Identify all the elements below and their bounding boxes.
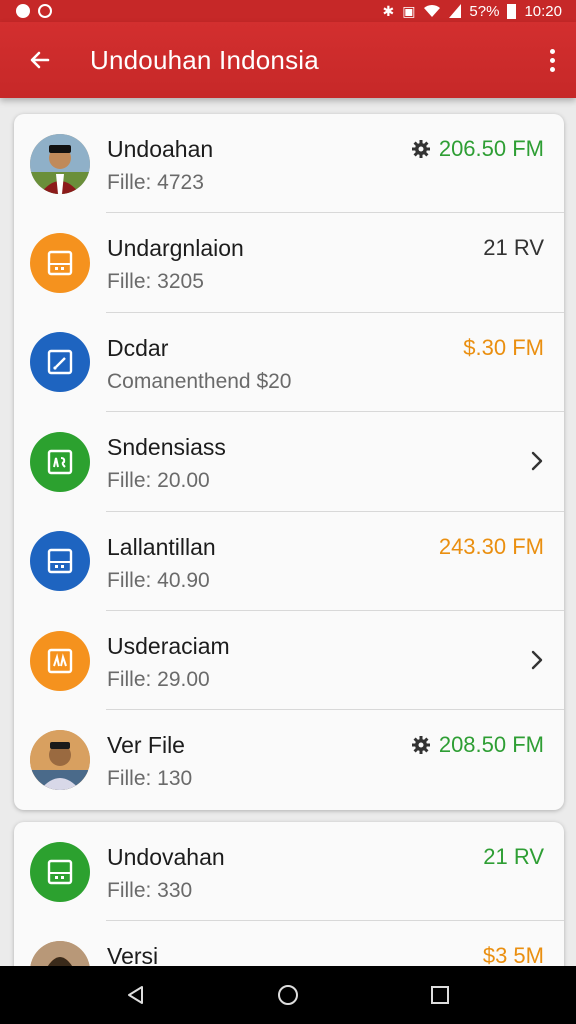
nav-back-button[interactable]: [106, 966, 166, 1024]
document-icon: [47, 449, 73, 475]
list-item[interactable]: Undargnlaion Fille: 3205 21 RV: [14, 213, 564, 313]
avatar: [30, 133, 90, 194]
list-item[interactable]: Dcdar Comanenthend $20 $.30 FM: [14, 313, 564, 413]
app-bar: Undouhan Indonsia: [0, 22, 576, 98]
item-subtitle: Comanenthend $20: [107, 369, 292, 393]
item-amount: $.30 FM: [463, 334, 544, 360]
overflow-menu-button[interactable]: [528, 22, 576, 98]
list-item[interactable]: Usderaciam Fille: 29.00: [14, 611, 564, 711]
file-icon: [47, 250, 73, 276]
avatar: [30, 730, 90, 791]
item-subtitle: Fille: 20.00: [107, 469, 210, 493]
back-button[interactable]: [0, 22, 80, 98]
item-subtitle: Fille: 29.00: [107, 667, 210, 691]
status-bar: ✱ ▣ 5?% 10:20: [0, 0, 576, 22]
person-photo-icon: [30, 730, 90, 791]
item-title: Sndensiass: [107, 434, 226, 461]
item-title: Lallantillan: [107, 533, 216, 560]
battery-percent: 5?%: [469, 2, 500, 20]
nfc-icon: ▣: [402, 3, 416, 19]
item-title: Usderaciam: [107, 632, 230, 659]
item-subtitle: Fille: 4723: [107, 171, 204, 194]
battery-icon: [507, 3, 517, 19]
file-list-card: Undoahan Fille: 4723 206.50 FM Undargnla…: [14, 114, 564, 810]
item-subtitle: Fille: 330: [107, 879, 193, 902]
avatar: [30, 431, 90, 492]
gear-icon: [411, 140, 430, 158]
item-title: Dcdar: [107, 334, 169, 361]
item-amount: 21 RV: [483, 235, 544, 261]
item-amount: 21 RV: [483, 844, 544, 869]
item-title: Undoahan: [107, 136, 214, 162]
item-amount: 243.30 FM: [438, 533, 544, 559]
file-list-card: Undovahan Fille: 330 21 RV Versi $3 5M: [14, 822, 564, 982]
avatar: [30, 233, 90, 294]
page-title: Undouhan Indonsia: [90, 44, 319, 75]
chevron-right-icon: [531, 650, 543, 670]
back-triangle-icon: [128, 986, 143, 1004]
item-subtitle: Fille: 130: [107, 767, 193, 791]
wifi-icon: [424, 4, 441, 17]
list-item[interactable]: Lallantillan Fille: 40.90 243.30 FM: [14, 512, 564, 611]
item-subtitle: Fille: 40.90: [107, 568, 210, 592]
list-item[interactable]: Undovahan Fille: 330 21 RV: [14, 822, 564, 922]
more-vert-icon: [549, 48, 555, 54]
item-title: Ver File: [107, 732, 185, 759]
gear-icon: [411, 736, 430, 755]
signal-icon: [449, 4, 462, 18]
person-photo-icon: [30, 133, 90, 194]
chevron-right-icon: [531, 451, 543, 471]
chart-icon: [47, 648, 73, 673]
file-icon: [47, 859, 73, 884]
list-item[interactable]: Undoahan Fille: 4723 206.50 FM: [14, 114, 564, 214]
avatar: [30, 630, 90, 691]
home-circle-icon: [278, 985, 298, 1005]
nav-home-button[interactable]: [258, 966, 318, 1024]
system-nav-bar: [0, 966, 576, 1024]
item-amount: 206.50 FM: [438, 136, 544, 161]
list-item[interactable]: Sndensiass Fille: 20.00: [14, 412, 564, 512]
list-item[interactable]: Ver File Fille: 130 208.50 FM: [14, 710, 564, 809]
notification-icon: [16, 4, 30, 18]
back-arrow-icon: [30, 51, 50, 69]
edit-icon: [47, 350, 73, 375]
item-amount: 208.50 FM: [438, 732, 544, 758]
sync-icon: [38, 4, 52, 18]
item-title: Undovahan: [107, 844, 225, 870]
avatar: [30, 841, 90, 902]
recents-square-icon: [431, 986, 449, 1004]
item-title: Undargnlaion: [107, 235, 244, 262]
bluetooth-icon: ✱: [382, 3, 395, 19]
avatar: [30, 531, 90, 592]
clock: 10:20: [524, 2, 562, 20]
item-subtitle: Fille: 3205: [107, 270, 204, 294]
avatar: [30, 332, 90, 393]
file-icon: [47, 549, 73, 574]
nav-recents-button[interactable]: [410, 966, 470, 1024]
